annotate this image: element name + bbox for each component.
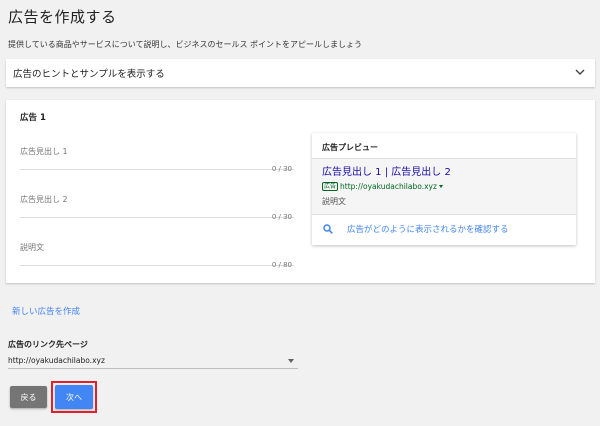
preview-check-link-label: 広告がどのように表示されるかを確認する [347, 225, 509, 235]
hint-dropdown-label: 広告のヒントとサンプルを表示する [13, 69, 165, 80]
preview-header: 広告プレビュー [312, 133, 576, 159]
hint-dropdown[interactable]: 広告のヒントとサンプルを表示する [6, 59, 595, 87]
description-counter: 0 / 80 [271, 261, 292, 269]
search-icon [323, 224, 333, 234]
description-field: 説明文 0 / 80 [20, 242, 294, 269]
back-button[interactable]: 戻る [10, 386, 47, 408]
caret-down-icon [438, 185, 443, 188]
preview-check-link[interactable]: 広告がどのように表示されるかを確認する [312, 215, 576, 243]
preview-url-row: 広告 http://oyakudachilabo.xyz [322, 181, 566, 192]
ad-badge: 広告 [322, 182, 339, 191]
headline-1-counter: 0 / 30 [271, 165, 292, 173]
landing-page-value: http://oyakudachilabo.xyz [8, 356, 105, 365]
preview-url: http://oyakudachilabo.xyz [340, 182, 437, 191]
headline-2-field: 広告見出し 2 0 / 30 [20, 194, 294, 221]
ad-card-title: 広告 1 [20, 113, 46, 123]
headline-1-label: 広告見出し 1 [20, 147, 68, 156]
headline-1-field: 広告見出し 1 0 / 30 [20, 146, 294, 173]
headline-1-input[interactable] [20, 158, 294, 170]
ad-card: 広告 1 広告見出し 1 0 / 30 広告見出し 2 0 / 30 説明文 0… [6, 100, 595, 283]
new-ad-link[interactable]: 新しい広告を作成 [12, 305, 80, 317]
caret-down-icon [288, 359, 294, 363]
preview-description: 説明文 [322, 197, 346, 206]
page-subtitle: 提供している商品やサービスについて説明し、ビジネスのセールス ポイントをアピール… [8, 40, 363, 49]
preview-headline: 広告見出し 1 | 広告見出し 2 [322, 167, 451, 178]
page-title: 広告を作成する [8, 8, 117, 26]
ad-preview: 広告プレビュー 広告見出し 1 | 広告見出し 2 広告 http://oyak… [312, 133, 576, 245]
chevron-down-icon [575, 69, 585, 75]
next-button[interactable]: 次へ [55, 385, 93, 409]
description-label: 説明文 [20, 243, 44, 252]
headline-2-counter: 0 / 30 [271, 213, 292, 221]
preview-body: 広告見出し 1 | 広告見出し 2 広告 http://oyakudachila… [312, 159, 576, 215]
description-input[interactable] [20, 254, 294, 266]
headline-2-label: 広告見出し 2 [20, 195, 68, 204]
landing-page-select[interactable]: http://oyakudachilabo.xyz [8, 354, 298, 369]
landing-page-label: 広告のリンク先ページ [8, 340, 88, 349]
headline-2-input[interactable] [20, 206, 294, 218]
